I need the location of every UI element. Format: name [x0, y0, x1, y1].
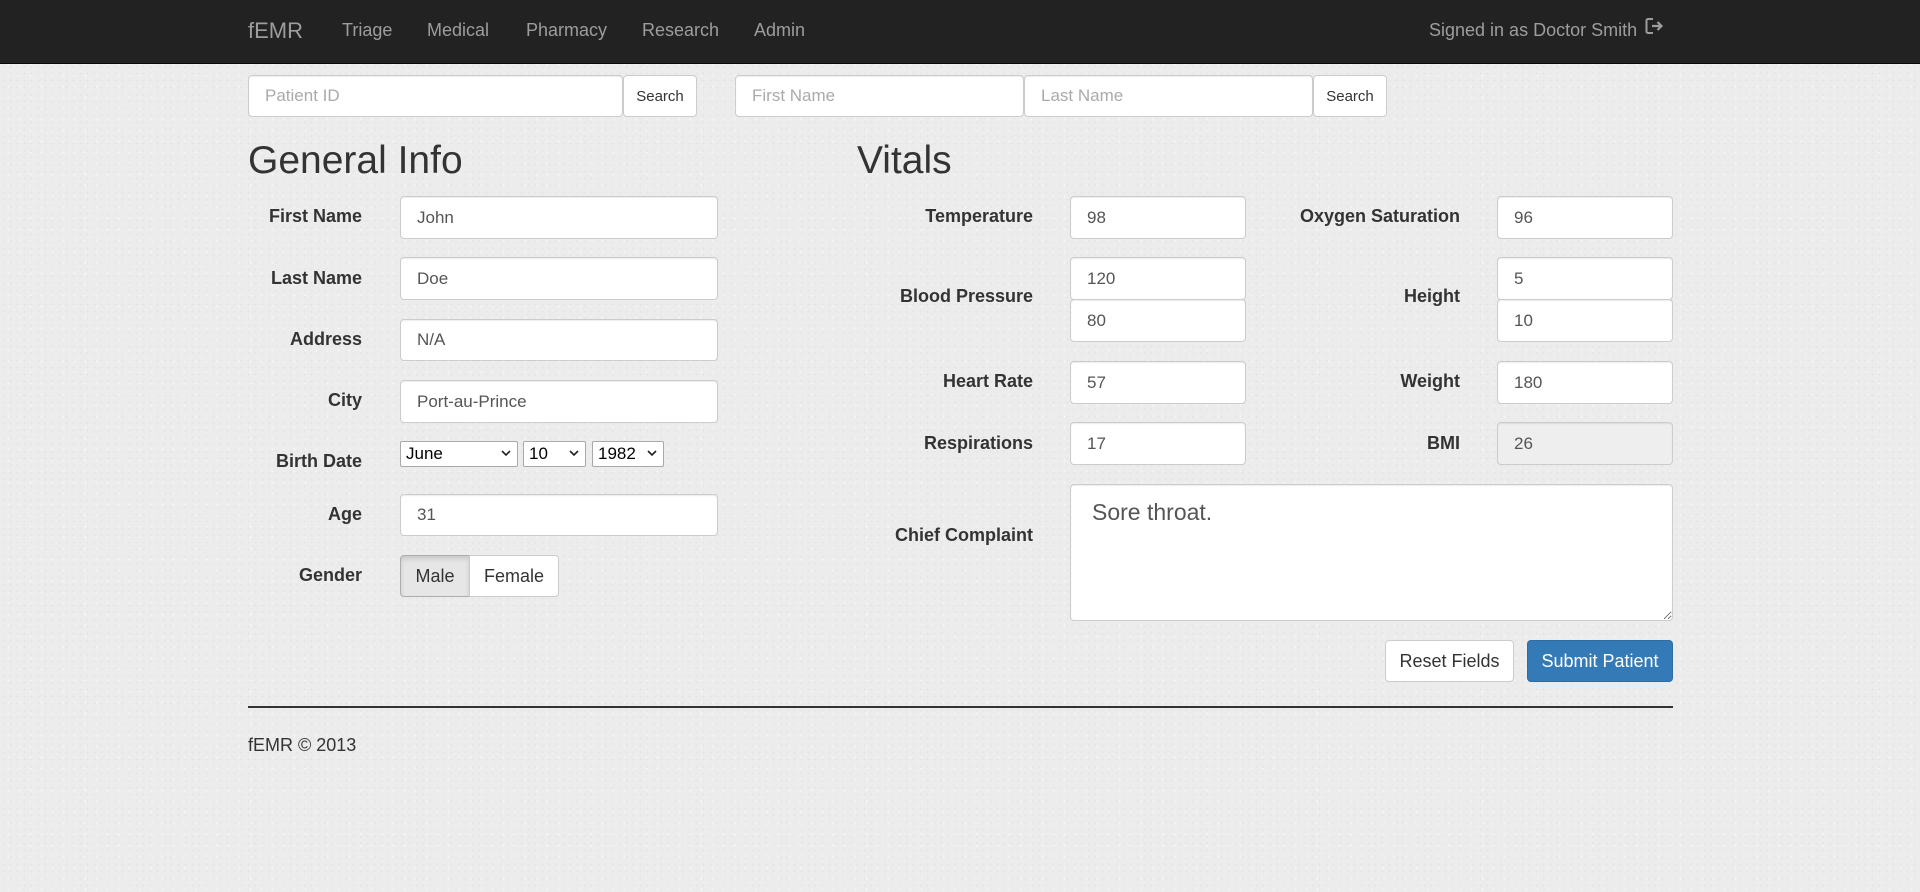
birth-month-select[interactable]: June [400, 441, 518, 467]
height-feet-field[interactable] [1497, 257, 1673, 300]
bmi-field [1497, 422, 1673, 465]
last-name-label: Last Name [270, 268, 362, 288]
signed-in-user: Signed in as Doctor Smith [1429, 20, 1638, 40]
temperature-label: Temperature [925, 206, 1033, 226]
heart-rate-field[interactable] [1070, 361, 1246, 404]
chevron-down-icon [501, 450, 511, 457]
birth-year-select[interactable]: 1982 [592, 441, 664, 467]
footer-copyright: fEMR © 2013 [248, 735, 357, 755]
address-field[interactable] [400, 319, 718, 361]
last-name-search-input[interactable] [1024, 75, 1313, 117]
patient-id-search-button[interactable]: Search [623, 75, 697, 117]
first-name-field[interactable] [400, 196, 718, 239]
navbar: fEMR Triage Medical Pharmacy Research Ad… [0, 0, 1920, 64]
bp-diastolic-field[interactable] [1070, 299, 1246, 342]
chevron-down-icon [569, 450, 579, 457]
reset-fields-button[interactable]: Reset Fields [1385, 640, 1514, 682]
birth-month-value: June [406, 444, 443, 463]
weight-field[interactable] [1497, 361, 1673, 404]
weight-label: Weight [1400, 371, 1460, 391]
first-name-label: First Name [268, 206, 362, 226]
footer-divider [248, 706, 1673, 708]
brand-link[interactable]: fEMR [248, 0, 303, 63]
respirations-field[interactable] [1070, 422, 1246, 465]
gender-male-button[interactable]: Male [400, 555, 470, 597]
birth-day-value: 10 [529, 444, 548, 463]
address-label: Address [289, 329, 362, 349]
city-field[interactable] [400, 380, 718, 423]
oxygen-saturation-field[interactable] [1497, 196, 1673, 239]
height-inches-field[interactable] [1497, 299, 1673, 342]
nav-triage[interactable]: Triage [342, 0, 392, 63]
nav-medical[interactable]: Medical [427, 0, 489, 63]
nav-pharmacy[interactable]: Pharmacy [526, 0, 607, 63]
nav-research[interactable]: Research [642, 0, 719, 63]
heart-rate-label: Heart Rate [942, 371, 1033, 391]
nav-admin[interactable]: Admin [754, 0, 805, 63]
birth-date-label: Birth Date [275, 451, 362, 471]
age-label: Age [327, 504, 362, 524]
signout-link[interactable]: Signed in as Doctor Smith [1429, 0, 1665, 63]
blood-pressure-label: Blood Pressure [899, 286, 1033, 306]
bmi-label: BMI [1427, 433, 1460, 453]
chief-complaint-label: Chief Complaint [895, 525, 1033, 545]
submit-patient-button[interactable]: Submit Patient [1527, 640, 1673, 682]
oxygen-saturation-label: Oxygen Saturation [1299, 206, 1460, 226]
gender-label: Gender [298, 565, 362, 585]
gender-toggle: Male Female [400, 555, 560, 597]
height-label: Height [1404, 286, 1460, 306]
last-name-field[interactable] [400, 257, 718, 300]
first-name-search-input[interactable] [735, 75, 1024, 117]
city-label: City [327, 390, 362, 410]
birth-day-select[interactable]: 10 [523, 441, 586, 467]
chevron-down-icon [647, 450, 657, 457]
chief-complaint-textarea[interactable]: Sore throat. [1070, 484, 1673, 621]
sign-out-icon [1645, 0, 1665, 60]
name-search-button[interactable]: Search [1313, 75, 1387, 117]
patient-id-input[interactable] [248, 75, 623, 117]
age-field[interactable] [400, 494, 718, 536]
bp-systolic-field[interactable] [1070, 257, 1246, 300]
general-info-heading: General Info [248, 139, 463, 182]
gender-female-button[interactable]: Female [469, 555, 559, 597]
birth-year-value: 1982 [598, 444, 636, 463]
respirations-label: Respirations [923, 433, 1033, 453]
vitals-heading: Vitals [857, 139, 952, 182]
temperature-field[interactable] [1070, 196, 1246, 239]
